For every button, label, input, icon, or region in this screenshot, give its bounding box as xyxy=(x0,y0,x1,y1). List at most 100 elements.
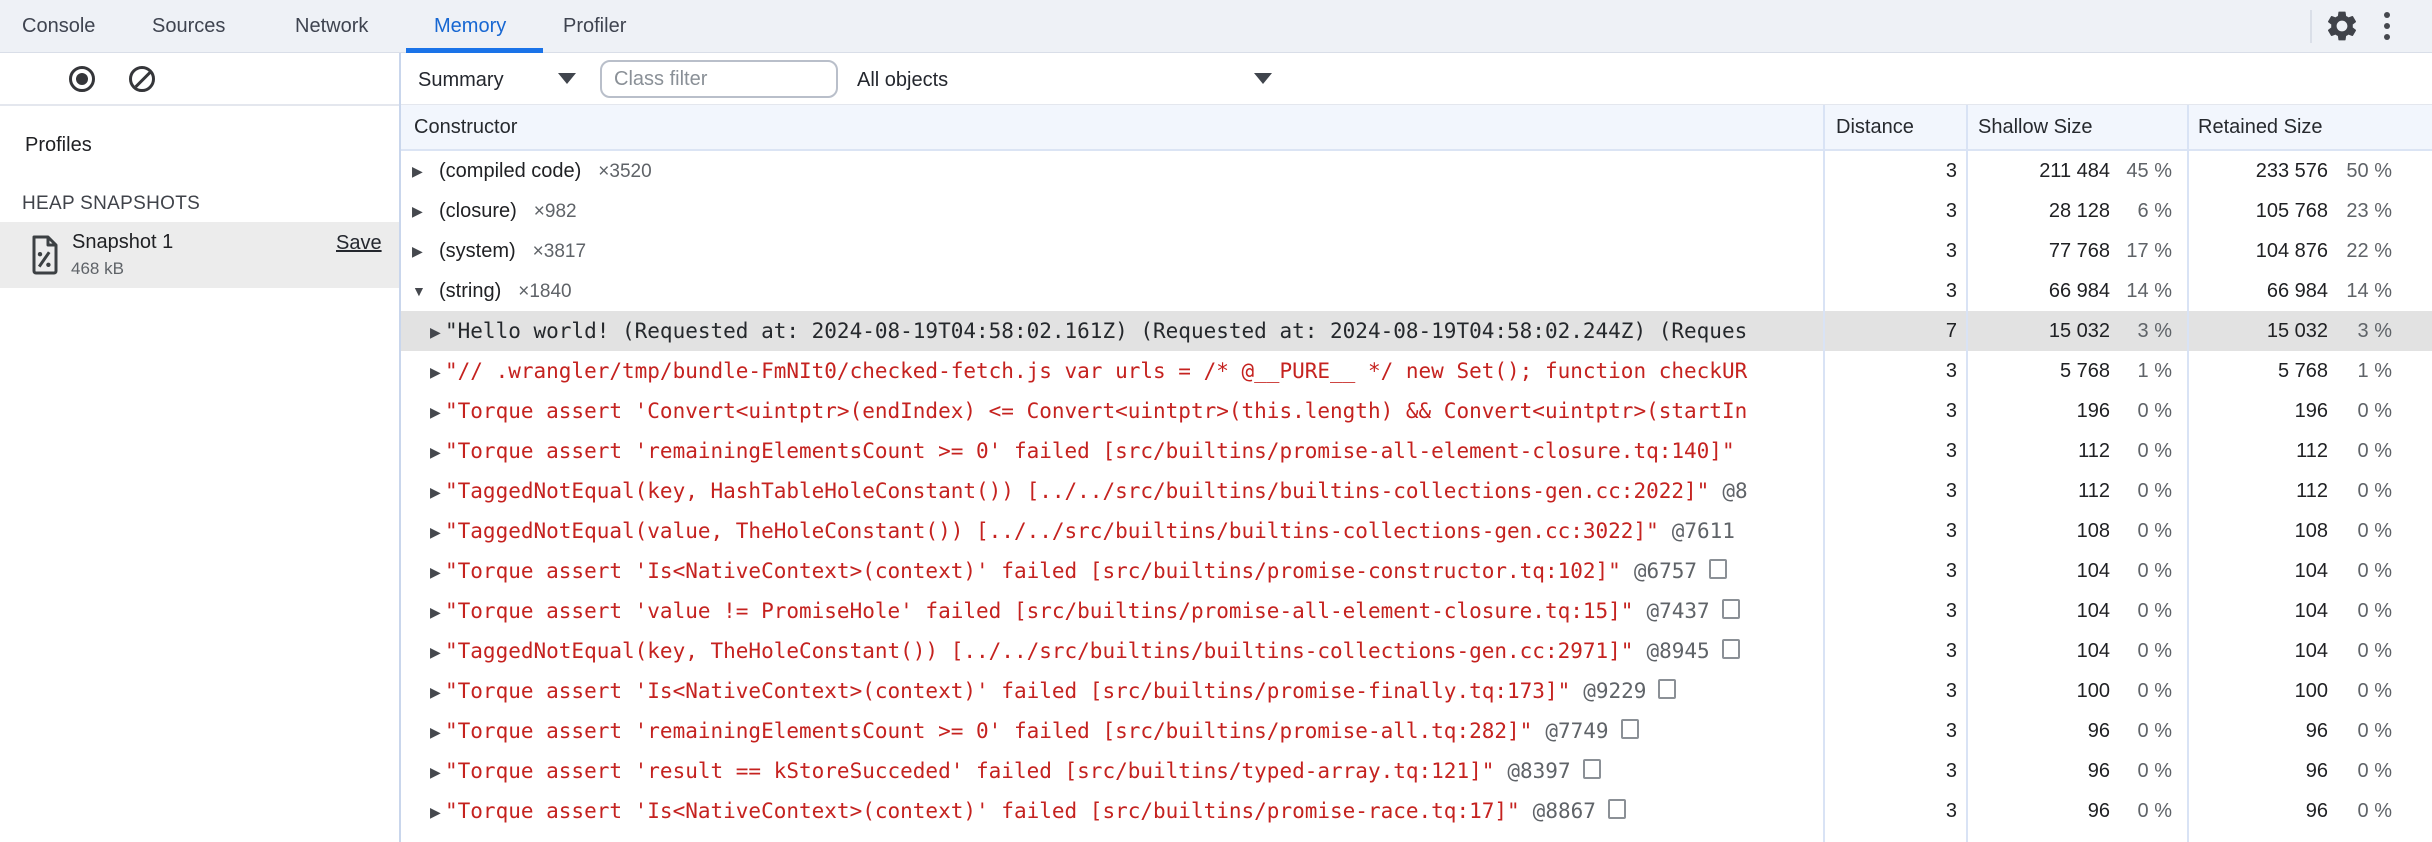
retained-size-cell: 105 768 23 % xyxy=(2187,191,2432,231)
heap-string-row[interactable]: ▶ "Torque assert 'Convert<uintptr>(endInd… xyxy=(401,391,2432,431)
size-value: 100 xyxy=(2294,680,2328,702)
size-value: 96 xyxy=(2087,760,2110,782)
tab-sources[interactable]: Sources xyxy=(152,0,225,52)
size-percent: 0 % xyxy=(2357,600,2392,622)
heap-string-row[interactable]: ▶ "// .wrangler/tmp/bundle-FmNIt0/checked… xyxy=(401,351,2432,391)
reveal-object-icon[interactable] xyxy=(1582,759,1601,779)
expand-arrow-icon[interactable]: ▶ xyxy=(430,392,445,431)
shallow-size-cell: 104 0 % xyxy=(1966,551,2186,591)
heap-string-row[interactable]: ▶ "Torque assert 'Is<NativeContext>(conte… xyxy=(401,671,2432,711)
expand-arrow-icon[interactable]: ▶ xyxy=(430,432,445,471)
all-objects-select-arrow-icon[interactable] xyxy=(1254,73,1272,84)
expand-arrow-icon[interactable]: ▶ xyxy=(430,752,445,791)
tab-memory[interactable]: Memory xyxy=(434,0,506,52)
expand-arrow-icon[interactable]: ▶ xyxy=(430,632,445,671)
size-value: 96 xyxy=(2087,800,2110,822)
size-value: 104 876 xyxy=(2255,240,2328,262)
heap-string-row[interactable]: ▶ "TaggedNotEqual(key, TheHoleConstant())… xyxy=(401,631,2432,671)
expand-arrow-icon[interactable]: ▶ xyxy=(430,512,445,551)
column-header-constructor[interactable]: Constructor xyxy=(414,105,517,149)
reveal-object-icon[interactable] xyxy=(1607,799,1626,819)
snapshot-save-link[interactable]: Save xyxy=(336,232,382,255)
size-percent: 0 % xyxy=(2357,400,2392,422)
expand-arrow-icon[interactable]: ▶ xyxy=(412,191,439,231)
distance-cell: 3 xyxy=(1945,520,1957,542)
size-value: 108 xyxy=(2076,520,2110,542)
expand-arrow-icon[interactable]: ▶ xyxy=(430,592,445,631)
column-header-retained-size[interactable]: Retained Size xyxy=(2198,105,2323,149)
heap-string-row[interactable]: ▶ "Torque assert 'result == kStoreSuccede… xyxy=(401,751,2432,791)
column-header-distance[interactable]: Distance xyxy=(1836,105,1914,149)
heap-group-row[interactable]: ▶ (compiled code) ×3520 3 211 484 45 % 233 576… xyxy=(401,151,2432,191)
expand-arrow-icon[interactable]: ▶ xyxy=(430,792,445,831)
heap-string-row[interactable]: ▶ "Torque assert 'remainingElementsCount … xyxy=(401,431,2432,471)
expand-arrow-icon[interactable]: ▶ xyxy=(430,672,445,711)
perspective-select-arrow-icon[interactable] xyxy=(558,73,576,84)
object-id: @7749 xyxy=(1545,719,1609,743)
heap-group-row[interactable]: ▶ (system) ×3817 3 77 768 17 % 104 876 22 % xyxy=(401,231,2432,271)
size-percent: 0 % xyxy=(2357,520,2392,542)
reveal-object-icon[interactable] xyxy=(1709,559,1728,579)
shallow-size-cell: 96 0 % xyxy=(1966,791,2186,831)
expand-arrow-icon[interactable]: ▶ xyxy=(430,472,445,511)
heap-string-row[interactable]: ▶ "Hello world! (Requested at: 2024-08-19… xyxy=(401,311,2432,351)
settings-gear-icon[interactable] xyxy=(2324,8,2360,44)
expand-arrow-icon[interactable]: ▶ xyxy=(430,352,445,391)
tab-network[interactable]: Network xyxy=(295,0,368,52)
size-percent: 23 % xyxy=(2346,200,2392,222)
heap-string-row[interactable]: ▶ "TaggedNotEqual(value, TheHoleConstant(… xyxy=(401,511,2432,551)
heap-string-row[interactable]: ▶ "Torque assert 'remainingElementsCount … xyxy=(401,711,2432,751)
size-percent: 0 % xyxy=(2137,520,2172,542)
expand-arrow-icon[interactable]: ▶ xyxy=(412,151,439,191)
distance-cell: 3 xyxy=(1945,440,1957,462)
expand-arrow-icon[interactable]: ▶ xyxy=(430,712,445,751)
size-value: 5 768 xyxy=(2277,360,2328,382)
size-value: 100 xyxy=(2076,680,2110,702)
column-header-shallow-size[interactable]: Shallow Size xyxy=(1978,105,2093,149)
heap-string-row[interactable]: ▶ "Torque assert 'Is<NativeContext>(conte… xyxy=(401,791,2432,831)
constructor-cell: ▶ "// .wrangler/tmp/bundle-FmNIt0/checked… xyxy=(401,351,1822,391)
size-percent: 1 % xyxy=(2137,360,2172,382)
size-value: 104 xyxy=(2294,600,2328,622)
size-percent: 0 % xyxy=(2137,440,2172,462)
distance-cell: 3 xyxy=(1945,640,1957,662)
size-percent: 1 % xyxy=(2357,360,2392,382)
reveal-object-icon[interactable] xyxy=(1721,599,1740,619)
snapshot-list-item[interactable]: Snapshot 1 468 kB Save xyxy=(0,222,399,288)
expand-arrow-icon[interactable]: ▶ xyxy=(430,312,445,351)
size-value: 104 xyxy=(2294,640,2328,662)
reveal-object-icon[interactable] xyxy=(1658,679,1677,699)
class-filter-input[interactable] xyxy=(600,60,838,98)
heap-group-row[interactable]: ▶ (closure) ×982 3 28 128 6 % 105 768 23 % xyxy=(401,191,2432,231)
heap-string-row[interactable]: ▶ "Torque assert 'value != PromiseHole' f… xyxy=(401,591,2432,631)
reveal-object-icon[interactable] xyxy=(1620,719,1639,739)
object-id: @7611 xyxy=(1671,519,1735,543)
snapshot-name[interactable]: Snapshot 1 xyxy=(72,231,173,254)
perspective-select[interactable]: Summary xyxy=(418,66,504,94)
heap-group-row[interactable]: ▼ (string) ×1840 3 66 984 14 % 66 984 14 % xyxy=(401,271,2432,311)
size-percent: 3 % xyxy=(2357,320,2392,342)
record-heap-snapshot-button[interactable] xyxy=(69,66,95,92)
constructor-cell: ▼ (string) ×1840 xyxy=(401,271,1822,311)
devtools-tab-bar: Console Sources Network Memory Profiler xyxy=(0,0,2432,54)
size-value: 77 768 xyxy=(2048,240,2110,262)
tab-profiler[interactable]: Profiler xyxy=(563,0,626,52)
collapse-arrow-icon[interactable]: ▼ xyxy=(412,271,439,311)
constructor-cell: ▶ (closure) ×982 xyxy=(401,191,1822,231)
distance-cell: 3 xyxy=(1945,280,1957,302)
clear-profiles-button[interactable] xyxy=(129,66,155,92)
shallow-size-cell: 66 984 14 % xyxy=(1966,271,2186,311)
reveal-object-icon[interactable] xyxy=(1721,639,1740,659)
heap-string-row[interactable]: ▶ "Torque assert 'Is<NativeContext>(conte… xyxy=(401,551,2432,591)
string-value: "// .wrangler/tmp/bundle-FmNIt0/checked-… xyxy=(445,359,1748,383)
more-options-kebab-icon[interactable] xyxy=(2383,12,2391,42)
tab-console[interactable]: Console xyxy=(22,0,95,52)
retained-size-cell: 104 0 % xyxy=(2187,631,2432,671)
expand-arrow-icon[interactable]: ▶ xyxy=(412,231,439,271)
expand-arrow-icon[interactable]: ▶ xyxy=(430,552,445,591)
all-objects-select[interactable]: All objects xyxy=(857,66,948,94)
pane-divider[interactable] xyxy=(399,53,401,842)
size-value: 28 128 xyxy=(2048,200,2110,222)
size-percent: 0 % xyxy=(2137,560,2172,582)
heap-string-row[interactable]: ▶ "TaggedNotEqual(key, HashTableHoleConst… xyxy=(401,471,2432,511)
